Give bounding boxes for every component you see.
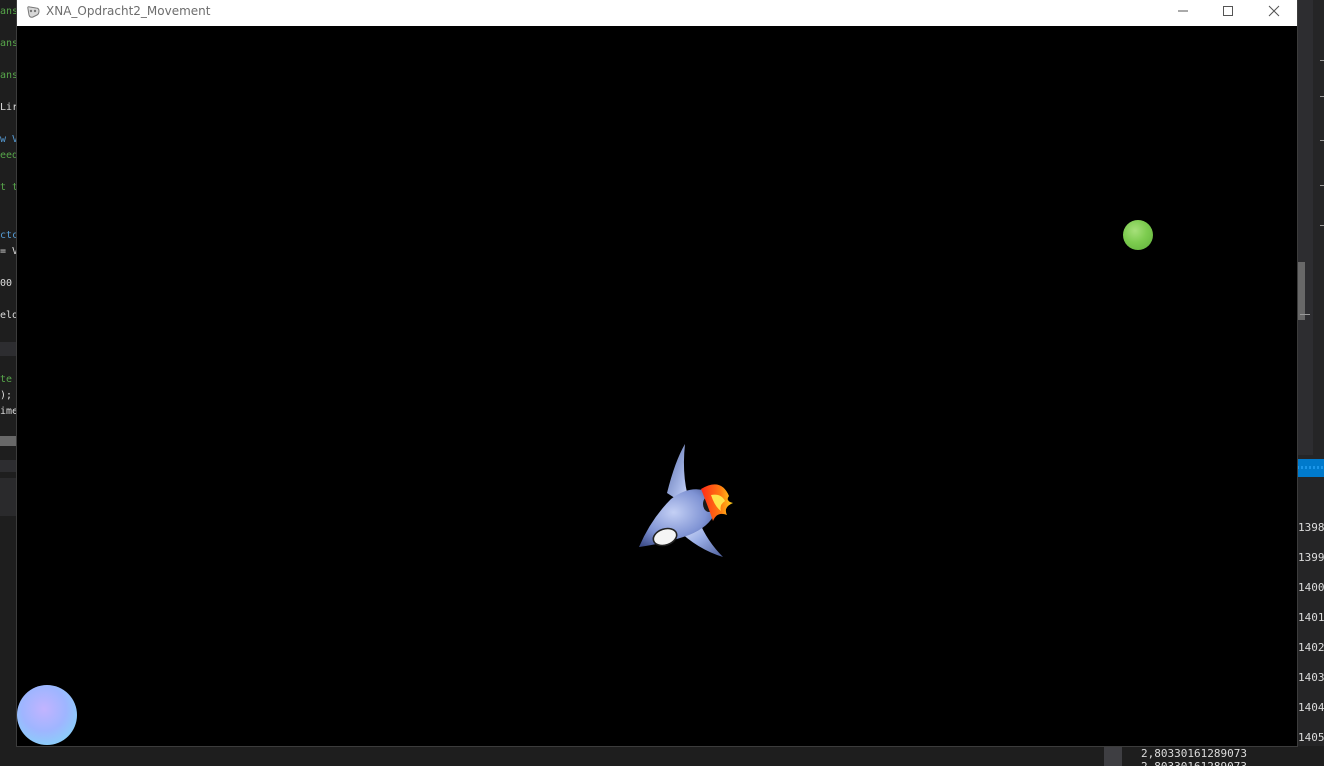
code-fragment: ime xyxy=(0,406,18,417)
code-fragment: ans xyxy=(0,38,18,49)
close-icon xyxy=(1268,2,1280,21)
vertical-scrollbar-track xyxy=(1297,0,1313,455)
line-number: 1402 xyxy=(1298,641,1324,654)
scroll-marker xyxy=(1320,96,1324,97)
code-fragment: ans xyxy=(0,70,18,81)
output-scrollbar[interactable] xyxy=(1104,746,1122,766)
game-window[interactable]: XNA_Opdracht2_Movement xyxy=(17,0,1297,746)
code-fragment: 00 xyxy=(0,278,13,289)
code-fragment: ctc xyxy=(0,230,18,241)
maximize-icon xyxy=(1222,2,1234,21)
line-number: 1400 xyxy=(1298,581,1324,594)
code-fragment: ans xyxy=(0,6,18,17)
window-title: XNA_Opdracht2_Movement xyxy=(46,4,211,18)
panel-divider xyxy=(0,460,18,472)
output-line: 2,80330161289073 xyxy=(1141,760,1247,766)
code-fragment: ); xyxy=(0,390,13,401)
minimize-icon xyxy=(1177,2,1189,21)
horizontal-scrollbar[interactable] xyxy=(0,436,18,446)
output-panel-header xyxy=(1297,459,1324,477)
vertical-scrollbar-thumb[interactable] xyxy=(1297,262,1305,320)
maximize-button[interactable] xyxy=(1205,0,1250,22)
code-fragment: eed xyxy=(0,150,18,161)
green-ball-sprite xyxy=(1123,220,1153,250)
output-line: 2,80330161289073 xyxy=(1141,747,1247,760)
code-fragment: = V xyxy=(0,246,18,257)
current-line-highlight xyxy=(0,342,18,356)
spaceship-sprite xyxy=(639,444,733,557)
code-fragment: t t xyxy=(0,182,18,193)
title-bar[interactable]: XNA_Opdracht2_Movement xyxy=(17,0,1297,26)
game-canvas[interactable] xyxy=(17,26,1297,746)
line-number: 1405 xyxy=(1298,731,1324,744)
line-number: 1399 xyxy=(1298,551,1324,564)
code-fragment: w V xyxy=(0,134,18,145)
code-fragment: Lir xyxy=(0,102,18,113)
scroll-marker xyxy=(1300,314,1310,315)
scroll-marker xyxy=(1320,225,1324,226)
code-fragment: elo xyxy=(0,310,18,321)
line-number: 1403 xyxy=(1298,671,1324,684)
purple-ball-sprite xyxy=(17,685,77,745)
line-number: 1398 xyxy=(1298,521,1324,534)
code-fragment: te xyxy=(0,374,13,385)
gamepad-icon xyxy=(25,4,41,20)
minimize-button[interactable] xyxy=(1160,0,1205,22)
line-number: 1404 xyxy=(1298,701,1324,714)
line-number: 1401 xyxy=(1298,611,1324,624)
close-button[interactable] xyxy=(1251,0,1296,22)
panel-tabs xyxy=(0,478,18,516)
scroll-marker xyxy=(1320,140,1324,141)
scroll-marker xyxy=(1320,60,1324,61)
scroll-marker xyxy=(1320,185,1324,186)
